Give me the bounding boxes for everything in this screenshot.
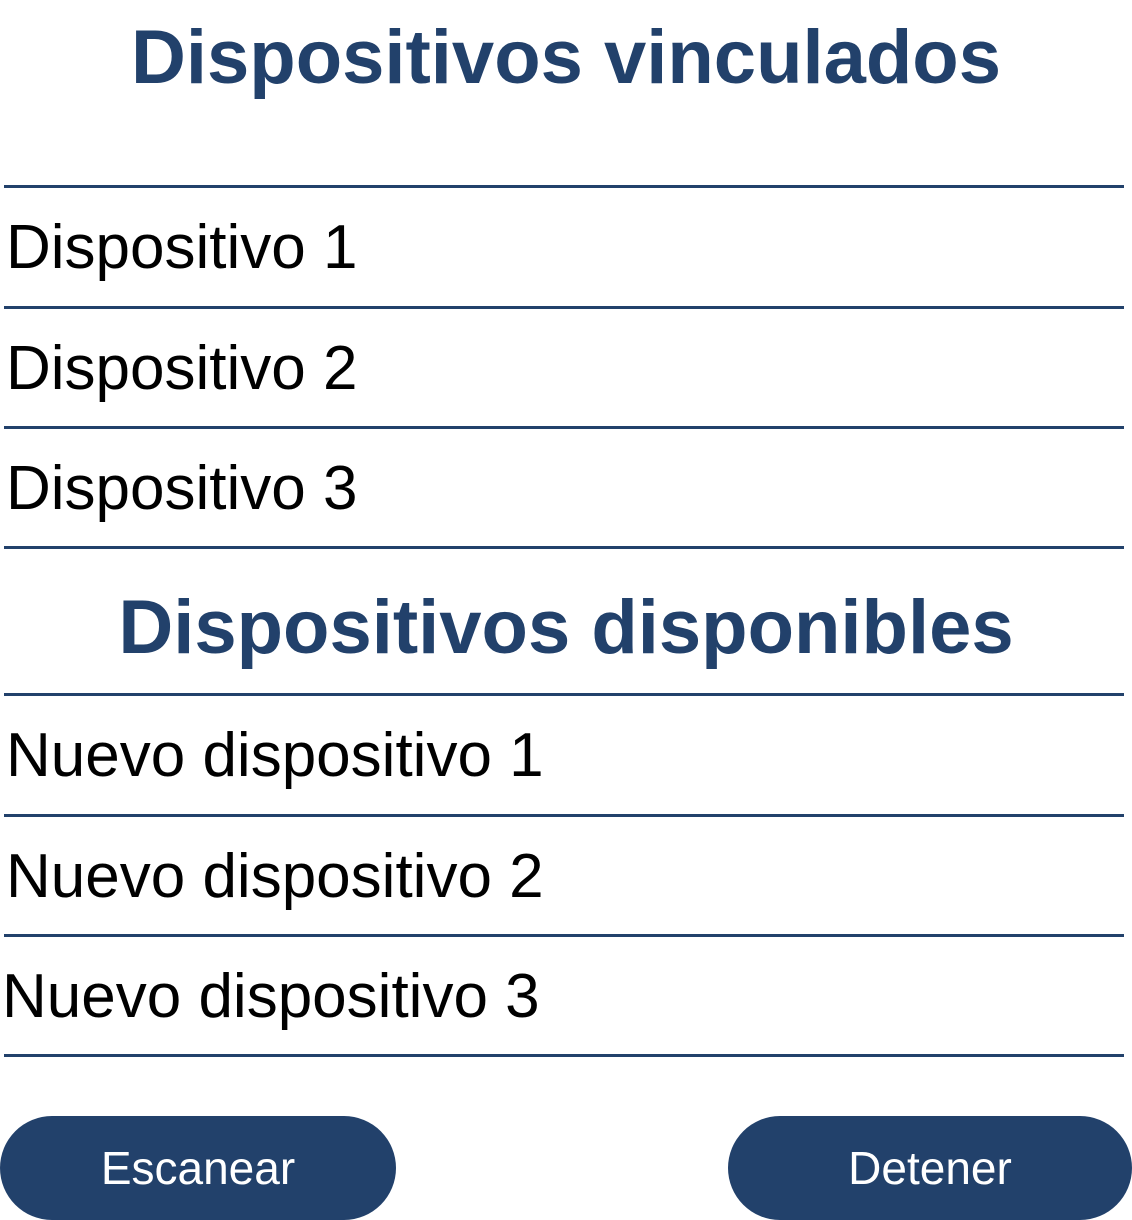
divider <box>4 693 1124 696</box>
device-label: Dispositivo 3 <box>6 454 358 523</box>
device-label: Nuevo dispositivo 2 <box>6 842 544 911</box>
device-label: Dispositivo 1 <box>6 213 358 282</box>
linked-devices-title: Dispositivos vinculados <box>131 15 1001 100</box>
scan-button[interactable]: Escanear <box>0 1116 396 1220</box>
divider <box>4 1054 1124 1057</box>
scan-button-label: Escanear <box>100 1142 296 1194</box>
available-device-item-1[interactable]: Nuevo dispositivo 1 <box>0 697 1124 814</box>
divider <box>4 185 1124 188</box>
linked-device-item-2[interactable]: Dispositivo 2 <box>0 310 1124 427</box>
available-device-item-2[interactable]: Nuevo dispositivo 2 <box>0 818 1124 935</box>
device-label: Nuevo dispositivo 1 <box>6 721 544 790</box>
stop-button[interactable]: Detener <box>728 1116 1132 1220</box>
divider <box>4 934 1124 937</box>
device-label: Nuevo dispositivo 3 <box>2 962 540 1031</box>
divider <box>4 546 1124 549</box>
divider <box>4 306 1124 309</box>
divider <box>4 814 1124 817</box>
available-devices-title: Dispositivos disponibles <box>118 585 1014 670</box>
stop-button-label: Detener <box>848 1142 1012 1194</box>
divider <box>4 426 1124 429</box>
linked-device-item-1[interactable]: Dispositivo 1 <box>0 189 1124 306</box>
device-label: Dispositivo 2 <box>6 334 358 403</box>
linked-device-item-3[interactable]: Dispositivo 3 <box>0 430 1124 547</box>
available-device-item-3[interactable]: Nuevo dispositivo 3 <box>0 938 1124 1055</box>
